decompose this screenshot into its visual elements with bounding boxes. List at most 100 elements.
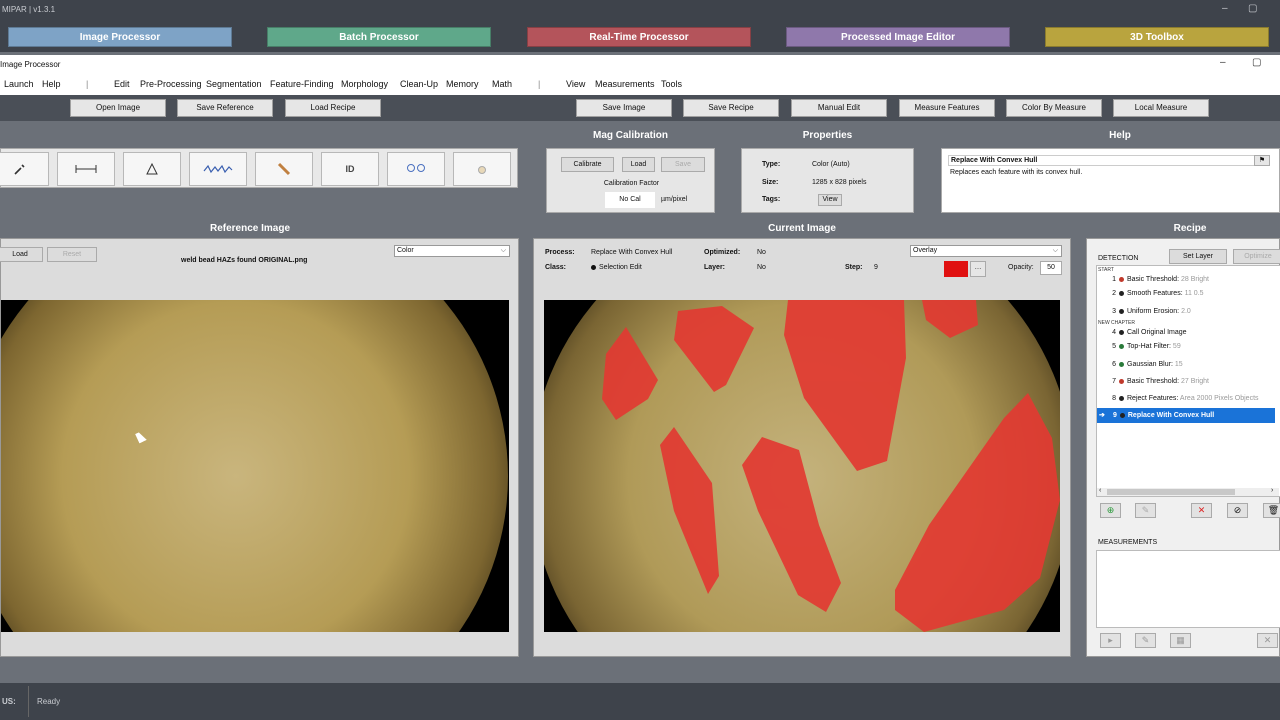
save-reference-button[interactable]: Save Reference [177, 99, 273, 117]
step-name: Uniform Erosion: [1127, 308, 1180, 315]
edit-step-icon[interactable]: ✎ [1135, 503, 1156, 518]
module-real-time-processor[interactable]: Real-Time Processor [527, 27, 751, 47]
save-calibration-button[interactable]: Save [661, 157, 705, 172]
menu-memory[interactable]: Memory [446, 79, 479, 89]
module-3d-toolbox[interactable]: 3D Toolbox [1045, 27, 1269, 47]
module-bar: Image Processor Batch Processor Real-Tim… [0, 20, 1280, 52]
scroll-right-icon[interactable]: › [1271, 487, 1273, 494]
class-value-text: Selection Edit [599, 264, 642, 271]
opacity-label: Opacity: [1008, 264, 1034, 271]
eyedropper-icon[interactable] [0, 152, 49, 186]
recipe-panel: DETECTION Set Layer Optimize START 1 Basi… [1086, 238, 1280, 657]
class-dot-icon [591, 264, 596, 270]
menu-measurements[interactable]: Measurements [595, 79, 655, 89]
optimize-button[interactable]: Optimize [1233, 249, 1280, 264]
manual-edit-button[interactable]: Manual Edit [791, 99, 887, 117]
menu-math[interactable]: Math [492, 79, 512, 89]
class-value: Selection Edit [591, 264, 642, 271]
save-image-button[interactable]: Save Image [576, 99, 672, 117]
menu-tools[interactable]: Tools [661, 79, 682, 89]
play-icon[interactable]: ▸ [1100, 633, 1121, 648]
layer-value: No [757, 264, 766, 271]
reference-image[interactable] [1, 300, 509, 632]
module-image-processor[interactable]: Image Processor [8, 27, 232, 47]
module-batch-processor[interactable]: Batch Processor [267, 27, 491, 47]
trash-icon[interactable]: 🗑 [1263, 503, 1280, 518]
current-image[interactable] [544, 300, 1060, 632]
set-layer-button[interactable]: Set Layer [1169, 249, 1227, 264]
open-image-button[interactable]: Open Image [70, 99, 166, 117]
measure-features-button[interactable]: Measure Features [899, 99, 995, 117]
menu-help[interactable]: Help [42, 79, 61, 89]
add-step-icon[interactable]: ⊕ [1100, 503, 1121, 518]
recipe-step-2[interactable]: 2 Smooth Features: 11 0.5 [1098, 286, 1280, 301]
load-reference-button[interactable]: Load [0, 247, 43, 262]
measure-line-icon[interactable] [57, 152, 115, 186]
step-number: 8 [1112, 395, 1116, 402]
menu-view[interactable]: View [566, 79, 585, 89]
minimize-icon[interactable]: – [1220, 57, 1226, 68]
type-label: Type: [762, 161, 781, 168]
calibrate-button[interactable]: Calibrate [561, 157, 614, 172]
overlay-mode-dropdown[interactable]: Overlay ⌵ [910, 245, 1062, 257]
chevron-down-icon: ⌵ [1052, 247, 1058, 254]
measurements-list[interactable] [1096, 550, 1280, 628]
recipe-step-1[interactable]: 1 Basic Threshold: 28 Bright [1098, 272, 1280, 287]
menu-morphology[interactable]: Morphology [341, 79, 388, 89]
maximize-icon[interactable]: ▢ [1248, 3, 1257, 14]
minimize-icon[interactable]: – [1222, 3, 1228, 14]
step-param: 27 Bright [1180, 378, 1209, 385]
calibration-factor-field[interactable]: No Cal [605, 192, 655, 208]
optimized-label: Optimized: [704, 249, 741, 256]
recipe-step-9-selected[interactable]: ➔ 9 Replace With Convex Hull [1097, 408, 1275, 423]
reset-reference-button[interactable]: Reset [47, 247, 97, 262]
zoom-icon[interactable] [387, 152, 445, 186]
step-param: 11 0.5 [1184, 290, 1204, 297]
menu-segmentation[interactable]: Segmentation [206, 79, 262, 89]
optimized-value: No [757, 249, 766, 256]
step-name: Reject Features: [1127, 395, 1179, 402]
local-measure-button[interactable]: Local Measure [1113, 99, 1209, 117]
mag-calibration-panel: Calibrate Load Save Calibration Factor N… [546, 148, 715, 213]
opacity-input[interactable]: 50 [1040, 261, 1062, 275]
load-calibration-button[interactable]: Load [622, 157, 655, 172]
menu-clean-up[interactable]: Clean-Up [400, 79, 438, 89]
overlay-color-swatch[interactable] [944, 261, 968, 277]
menu-edit[interactable]: Edit [114, 79, 130, 89]
spreadsheet-icon[interactable]: ▦ [1170, 633, 1191, 648]
flag-icon[interactable]: ⚑ [1254, 155, 1270, 166]
line-profile-icon[interactable] [189, 152, 247, 186]
color-picker-button[interactable]: … [970, 261, 986, 277]
angle-icon[interactable] [123, 152, 181, 186]
save-recipe-button[interactable]: Save Recipe [683, 99, 779, 117]
ruler-icon[interactable] [255, 152, 313, 186]
maximize-icon[interactable]: ▢ [1252, 57, 1261, 68]
menu-feature-finding[interactable]: Feature-Finding [270, 79, 334, 89]
step-number: 6 [1112, 361, 1116, 368]
recipe-step-3[interactable]: 3 Uniform Erosion: 2.0 [1098, 304, 1280, 319]
color-by-measure-button[interactable]: Color By Measure [1006, 99, 1102, 117]
close-measurement-icon[interactable]: ✕ [1257, 633, 1278, 648]
id-icon[interactable]: ID [321, 152, 379, 186]
scroll-left-icon[interactable]: ‹ [1099, 487, 1101, 494]
load-recipe-button[interactable]: Load Recipe [285, 99, 381, 117]
reference-display-mode-dropdown[interactable]: Color ⌵ [394, 245, 510, 257]
recipe-horizontal-scrollbar[interactable]: ‹ › [1097, 487, 1279, 496]
menu-pre-processing[interactable]: Pre-Processing [140, 79, 202, 89]
delete-step-icon[interactable]: ✕ [1191, 503, 1212, 518]
window-title-bar: Image Processor – ▢ [0, 55, 1280, 73]
recipe-step-8[interactable]: 8 Reject Features: Area 2000 Pixels Objec… [1098, 391, 1280, 406]
pan-hand-icon[interactable] [453, 152, 511, 186]
type-value: Color (Auto) [812, 161, 850, 168]
recipe-step-7[interactable]: 7 Basic Threshold: 27 Bright [1098, 374, 1280, 389]
recipe-step-6[interactable]: 6 Gaussian Blur: 15 [1098, 357, 1280, 372]
module-processed-image-editor[interactable]: Processed Image Editor [786, 27, 1010, 47]
edit-measurement-icon[interactable]: ✎ [1135, 633, 1156, 648]
view-tags-button[interactable]: View [818, 194, 842, 206]
menu-launch[interactable]: Launch [4, 79, 34, 89]
overlay-mode-value: Overlay [913, 247, 938, 254]
scrollbar-thumb[interactable] [1107, 489, 1235, 495]
disable-step-icon[interactable]: ⊘ [1227, 503, 1248, 518]
recipe-step-4[interactable]: 4 Call Original Image [1098, 325, 1280, 340]
recipe-step-5[interactable]: 5 Top-Hat Filter: 59 [1098, 339, 1280, 354]
